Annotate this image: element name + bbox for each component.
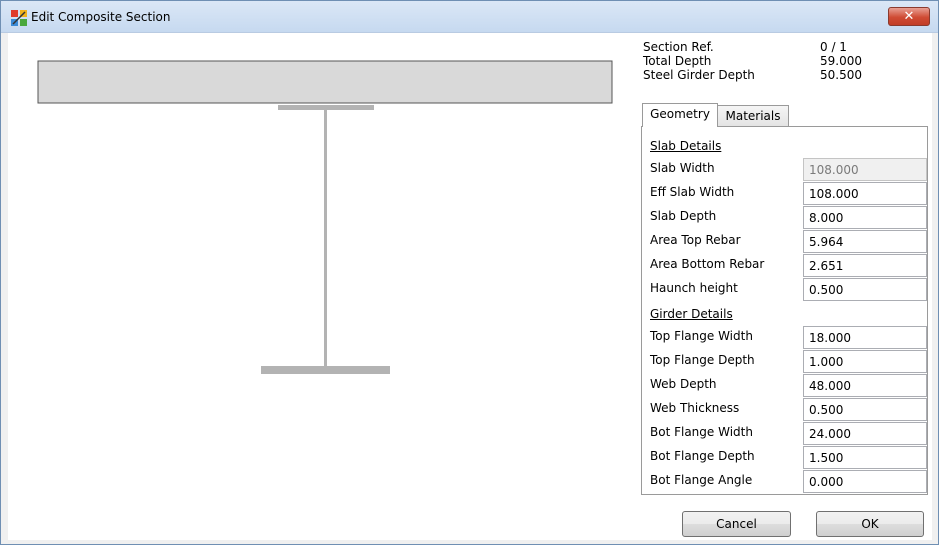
top-flange-width-field[interactable]: 18.000	[803, 326, 927, 349]
total-depth-label: Total Depth	[643, 54, 712, 68]
window-title: Edit Composite Section	[31, 10, 171, 24]
close-icon: ✕	[903, 9, 915, 24]
total-depth-value: 59.000	[820, 54, 862, 68]
web-thickness-field[interactable]: 0.500	[803, 398, 927, 421]
bot-flange-depth-field[interactable]: 1.500	[803, 446, 927, 469]
bot-flange-depth-label: Bot Flange Depth	[650, 449, 755, 463]
web-depth-label: Web Depth	[650, 377, 717, 391]
slab-depth-label: Slab Depth	[650, 209, 717, 223]
bot-flange-width-field[interactable]: 24.000	[803, 422, 927, 445]
steel-girder-depth-value: 50.500	[820, 68, 862, 82]
haunch-height-label: Haunch height	[650, 281, 738, 295]
girder-details-heading: Girder Details	[650, 307, 733, 321]
area-bottom-rebar-field[interactable]: 2.651	[803, 254, 927, 277]
web-shape	[324, 110, 327, 366]
haunch-height-field[interactable]: 0.500	[803, 278, 927, 301]
edit-composite-section-window: Edit Composite Section ✕ Section Ref. 0 …	[0, 0, 939, 545]
dialog-client-area: Section Ref. 0 / 1 Total Depth 59.000 St…	[8, 33, 932, 540]
title-bar[interactable]: Edit Composite Section ✕	[1, 1, 938, 33]
eff-slab-width-label: Eff Slab Width	[650, 185, 735, 199]
slab-depth-field[interactable]: 8.000	[803, 206, 927, 229]
bot-flange-width-label: Bot Flange Width	[650, 425, 753, 439]
area-top-rebar-label: Area Top Rebar	[650, 233, 741, 247]
app-icon	[11, 10, 27, 26]
ok-button[interactable]: OK	[816, 511, 924, 537]
geometry-panel: Slab Details Slab Width 108.000 Eff Slab…	[641, 126, 928, 495]
steel-girder-depth-label: Steel Girder Depth	[643, 68, 755, 82]
cancel-button[interactable]: Cancel	[682, 511, 791, 537]
close-button[interactable]: ✕	[888, 7, 930, 26]
bot-flange-angle-field[interactable]: 0.000	[803, 470, 927, 493]
area-bottom-rebar-label: Area Bottom Rebar	[650, 257, 765, 271]
tab-geometry[interactable]: Geometry	[642, 103, 718, 127]
top-flange-depth-label: Top Flange Depth	[650, 353, 755, 367]
section-ref-label: Section Ref.	[643, 40, 714, 54]
top-flange-depth-field[interactable]: 1.000	[803, 350, 927, 373]
slab-shape	[37, 60, 613, 104]
top-flange-shape	[278, 105, 374, 110]
area-top-rebar-field[interactable]: 5.964	[803, 230, 927, 253]
slab-details-heading: Slab Details	[650, 139, 722, 153]
section-drawing	[37, 60, 613, 374]
slab-width-field: 108.000	[803, 158, 927, 181]
web-depth-field[interactable]: 48.000	[803, 374, 927, 397]
web-thickness-label: Web Thickness	[650, 401, 740, 415]
top-flange-width-label: Top Flange Width	[650, 329, 753, 343]
section-ref-value: 0 / 1	[820, 40, 847, 54]
slab-width-label: Slab Width	[650, 161, 715, 175]
eff-slab-width-field[interactable]: 108.000	[803, 182, 927, 205]
tab-materials[interactable]: Materials	[717, 105, 789, 127]
bottom-flange-shape	[261, 366, 390, 374]
bot-flange-angle-label: Bot Flange Angle	[650, 473, 753, 487]
